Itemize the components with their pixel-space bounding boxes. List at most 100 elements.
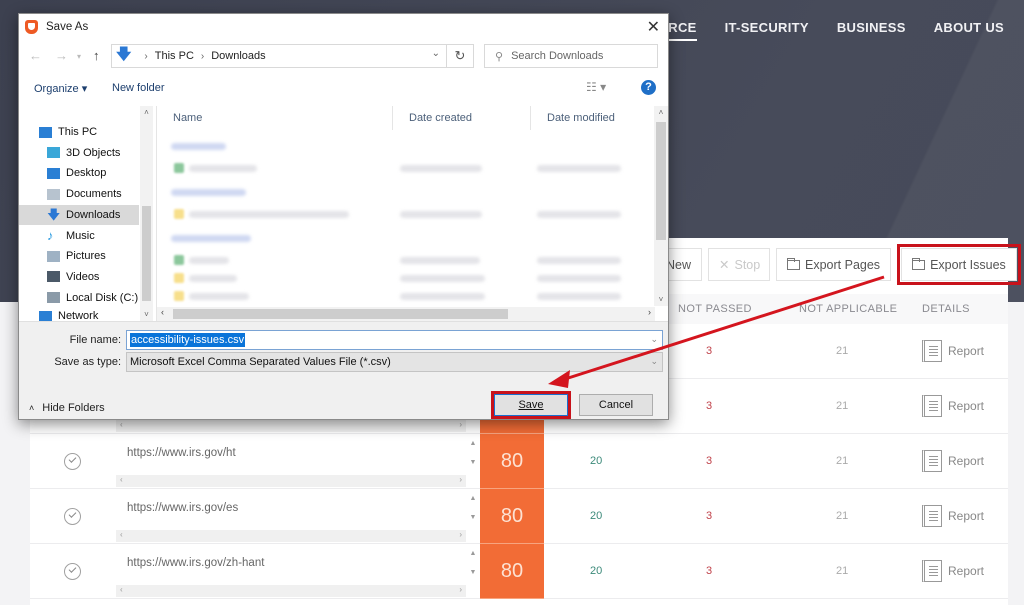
blurred-folder-icon <box>174 209 184 219</box>
scroll-up-icon[interactable]: ▲ <box>466 550 480 557</box>
scroll-up-icon[interactable]: ˄ <box>654 108 668 117</box>
save-button[interactable]: Save <box>494 394 568 416</box>
save-type-select[interactable]: Microsoft Excel Comma Separated Values F… <box>126 352 663 372</box>
scroll-up-icon[interactable]: ˄ <box>140 108 153 117</box>
search-input[interactable]: ⚲ Search Downloads <box>484 44 658 68</box>
col-details: DETAILS <box>922 303 970 315</box>
url-vertical-scrollbar[interactable]: ▲▼ <box>466 544 480 599</box>
refresh-button[interactable]: ↻ <box>447 44 474 68</box>
scroll-up-icon[interactable]: ▲ <box>466 495 480 502</box>
column-name[interactable]: Name <box>157 106 393 130</box>
scroll-down-icon[interactable]: ▼ <box>466 569 480 576</box>
scroll-right-icon[interactable]: › <box>459 420 462 429</box>
address-bar[interactable]: 🡇 › This PC › Downloads ⌄ <box>111 44 447 68</box>
nav-about-us[interactable]: ABOUT US <box>934 20 1004 41</box>
scroll-right-icon[interactable]: › <box>459 585 462 594</box>
view-options-icon[interactable]: ☷ ▾ <box>586 80 606 94</box>
up-arrow-icon[interactable]: ↑ <box>93 48 100 63</box>
stop-button[interactable]: ✕ Stop <box>708 248 771 281</box>
export-issues-button[interactable]: Export Issues <box>897 244 1021 285</box>
column-date-modified[interactable]: Date modified <box>531 106 653 130</box>
scroll-down-icon[interactable]: ˅ <box>654 295 668 304</box>
blurred-file-row[interactable] <box>189 257 229 264</box>
url-vertical-scrollbar[interactable]: ▲▼ <box>466 434 480 489</box>
address-row: ← → ▾ ↑ 🡇 › This PC › Downloads ⌄ ↻ ⚲ Se… <box>19 44 670 70</box>
scroll-left-icon[interactable]: ‹ <box>120 585 123 594</box>
blurred-date <box>400 257 480 264</box>
title-bar: Save As ✕ <box>19 14 668 40</box>
breadcrumb-this-pc[interactable]: This PC <box>155 50 194 62</box>
file-name-input[interactable]: accessibility-issues.csv ⌄ <box>126 330 663 350</box>
file-scroll-thumb[interactable] <box>656 122 666 240</box>
scroll-right-icon[interactable]: › <box>459 475 462 484</box>
file-hscroll-thumb[interactable] <box>173 309 508 319</box>
help-icon[interactable]: ? <box>641 80 656 95</box>
scroll-right-icon[interactable]: › <box>459 530 462 539</box>
nav-item-desktop[interactable]: Desktop <box>19 163 139 183</box>
page-url[interactable]: https://www.irs.gov/zh-hant <box>127 557 264 569</box>
blurred-file-row[interactable] <box>189 165 257 172</box>
forward-arrow-icon[interactable]: → <box>55 48 68 63</box>
page-url[interactable]: https://www.irs.gov/ht <box>127 447 236 459</box>
export-pages-button[interactable]: Export Pages <box>776 248 892 281</box>
back-arrow-icon[interactable]: ← <box>29 48 42 63</box>
cancel-button[interactable]: Cancel <box>579 394 653 416</box>
recent-dropdown-icon[interactable]: ▾ <box>77 52 81 61</box>
report-icon <box>922 395 942 417</box>
report-link[interactable]: Report <box>922 450 984 472</box>
report-link[interactable]: Report <box>922 505 984 527</box>
scroll-up-icon[interactable]: ▲ <box>466 440 480 447</box>
file-horizontal-scrollbar[interactable]: ‹ › <box>157 307 655 321</box>
nav-it-security[interactable]: IT-SECURITY <box>725 20 809 41</box>
scroll-left-icon[interactable]: ‹ <box>161 307 164 317</box>
not-applicable-count: 21 <box>836 345 849 357</box>
nav-item-music[interactable]: ♪ Music <box>19 226 139 246</box>
nav-item-documents[interactable]: Documents <box>19 184 139 204</box>
nav-item-downloads[interactable]: 🡇 Downloads <box>19 204 139 225</box>
nav-scrollbar[interactable]: ˄ ˅ <box>140 106 153 321</box>
nav-item-label: Videos <box>66 270 100 283</box>
nav-item-this-pc[interactable]: This PC <box>19 122 139 142</box>
blurred-file-row[interactable] <box>189 275 237 282</box>
chevron-down-icon[interactable]: ⌄ <box>650 356 658 367</box>
column-date-created[interactable]: Date created <box>393 106 531 130</box>
url-horizontal-scrollbar[interactable]: ‹› <box>116 420 466 432</box>
report-link[interactable]: Report <box>922 340 984 362</box>
report-link[interactable]: Report <box>922 560 984 582</box>
file-name-value: accessibility-issues.csv <box>130 333 246 347</box>
chevron-down-icon[interactable]: ⌄ <box>650 334 658 345</box>
scroll-left-icon[interactable]: ‹ <box>120 530 123 539</box>
scroll-down-icon[interactable]: ▼ <box>466 459 480 466</box>
nav-scroll-thumb[interactable] <box>142 206 151 301</box>
scroll-right-icon[interactable]: › <box>648 307 651 317</box>
report-link[interactable]: Report <box>922 395 984 417</box>
close-icon[interactable]: ✕ <box>647 17 660 37</box>
nav-item-3d-objects[interactable]: 3D Objects <box>19 143 139 163</box>
organize-menu[interactable]: Organize ▾ <box>34 82 87 95</box>
download-icon: 🡇 <box>47 207 61 223</box>
scroll-left-icon[interactable]: ‹ <box>120 420 123 429</box>
hide-folders-button[interactable]: ˄ Hide Folders <box>29 402 105 414</box>
url-horizontal-scrollbar[interactable]: ‹› <box>116 585 466 597</box>
scroll-left-icon[interactable]: ‹ <box>120 475 123 484</box>
page-url[interactable]: https://www.irs.gov/es <box>127 502 238 514</box>
chevron-down-icon[interactable]: ⌄ <box>432 48 440 59</box>
url-horizontal-scrollbar[interactable]: ‹› <box>116 530 466 542</box>
url-horizontal-scrollbar[interactable]: ‹› <box>116 475 466 487</box>
blurred-file-row[interactable] <box>189 211 349 218</box>
not-passed-count: 3 <box>706 565 713 577</box>
new-folder-button[interactable]: New folder <box>112 82 165 94</box>
nav-business[interactable]: BUSINESS <box>837 20 906 41</box>
nav-item-local-disk-c[interactable]: Local Disk (C:) <box>19 288 139 308</box>
scroll-down-icon[interactable]: ▼ <box>466 514 480 521</box>
nav-item-pictures[interactable]: Pictures <box>19 246 139 266</box>
nav-item-videos[interactable]: Videos <box>19 267 139 287</box>
blurred-file-row[interactable] <box>189 293 249 300</box>
scroll-down-icon[interactable]: ˅ <box>140 310 153 319</box>
check-circle-icon <box>64 563 81 580</box>
breadcrumb-downloads[interactable]: Downloads <box>211 50 265 62</box>
disk-icon <box>47 292 60 304</box>
folder-icon <box>912 257 926 270</box>
url-vertical-scrollbar[interactable]: ▲▼ <box>466 489 480 544</box>
file-vertical-scrollbar[interactable]: ˄ ˅ <box>654 106 668 306</box>
